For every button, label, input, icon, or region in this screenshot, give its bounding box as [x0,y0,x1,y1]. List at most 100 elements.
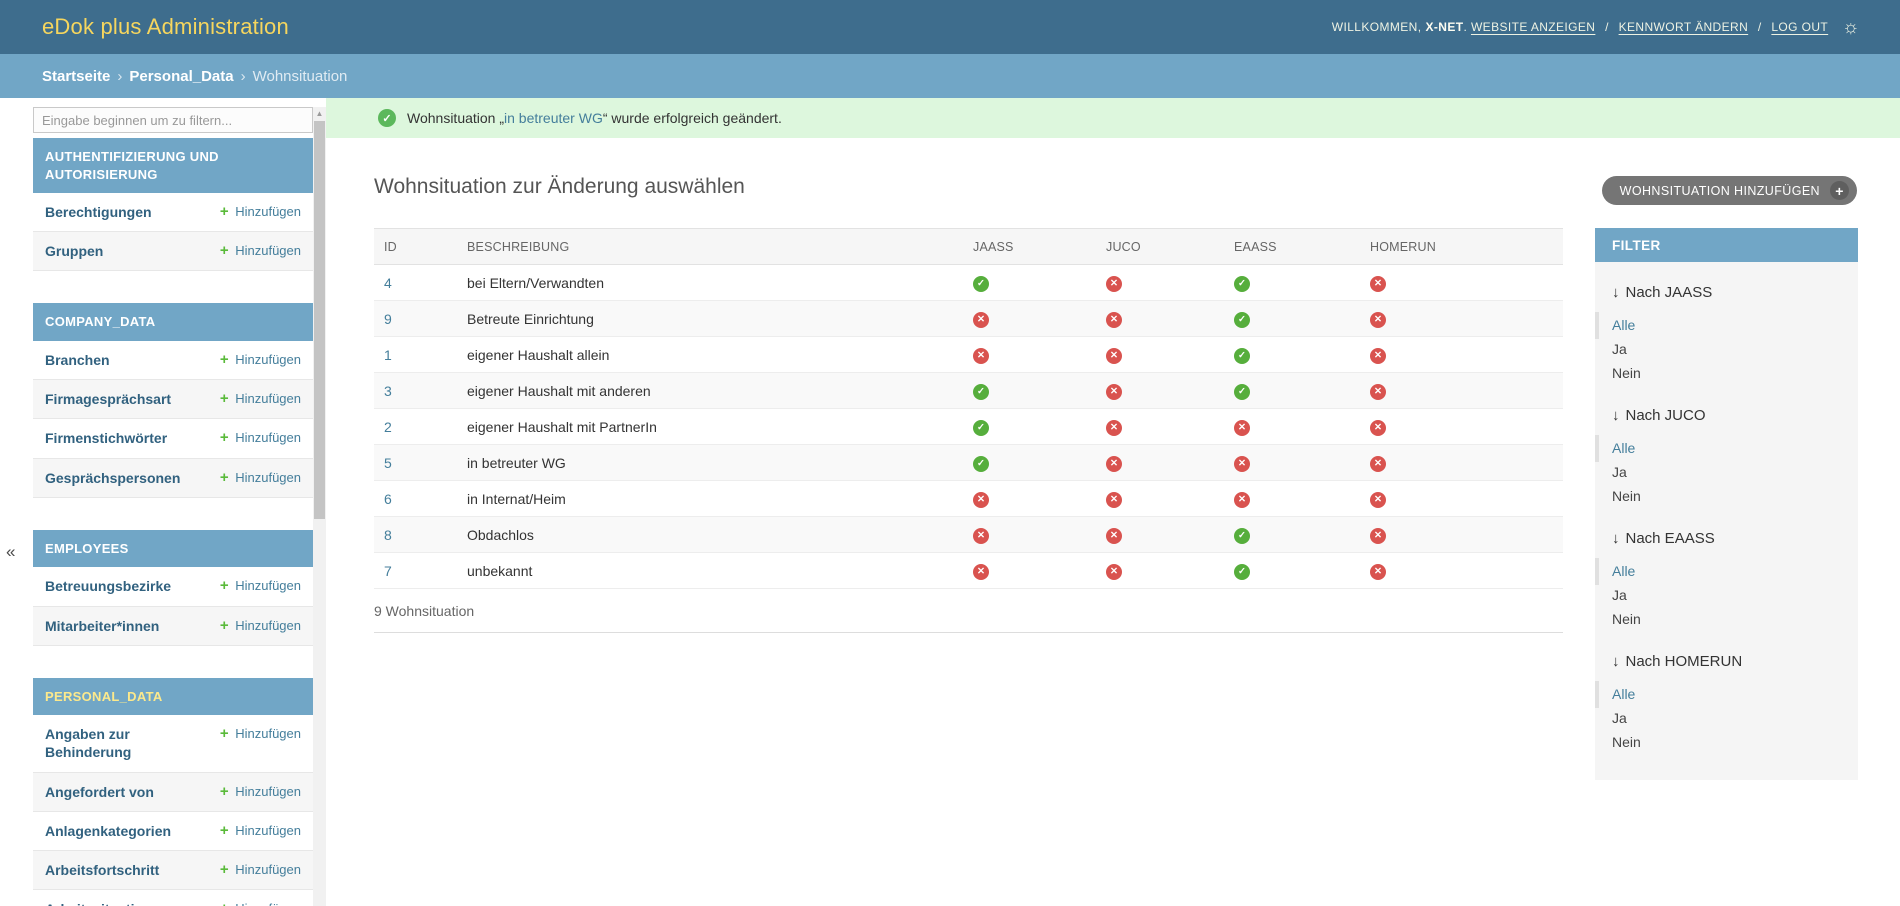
cross-icon: ✕ [1370,384,1386,400]
cell-eaass: ✕ [1211,481,1347,517]
header-link-log-out[interactable]: LOG OUT [1771,20,1828,34]
plus-icon: + [220,725,229,742]
sidebar-item-label: Branchen [45,351,110,369]
filter-option-nein[interactable]: Nein [1595,607,1858,631]
filter-option-ja[interactable]: Ja [1595,583,1858,607]
add-link[interactable]: + Hinzufügen [220,429,301,446]
filter-option-link[interactable]: Alle [1612,440,1635,456]
filter-option-link[interactable]: Alle [1612,686,1635,702]
cell-beschreibung: Obdachlos [450,517,950,553]
cross-icon: ✕ [1106,312,1122,328]
header-link-kennwort-ndern[interactable]: KENNWORT ÄNDERN [1619,20,1749,34]
id-link[interactable]: 5 [384,455,392,471]
filter-option-link[interactable]: Alle [1612,317,1635,333]
sidebar-item-gesprächspersonen[interactable]: Gesprächspersonen+ Hinzufügen [33,459,313,498]
cell-eaass: ✓ [1211,373,1347,409]
add-link[interactable]: + Hinzufügen [220,577,301,594]
filter-option-ja[interactable]: Ja [1595,337,1858,361]
sidebar-item-betreuungsbezirke[interactable]: Betreuungsbezirke+ Hinzufügen [33,567,313,606]
breadcrumb-item[interactable]: Startseite [42,68,110,85]
cell-homerun: ✕ [1347,265,1563,301]
sidebar-item-arbeitsfortschritt[interactable]: Arbeitsfortschritt+ Hinzufügen [33,851,313,890]
cell-eaass: ✕ [1211,445,1347,481]
wohnsituation-table-wrap: IDBESCHREIBUNGJAASSJUCOEAASSHOMERUN 4bei… [374,228,1563,633]
cell-id: 7 [374,553,450,589]
header-link-website-anzeigen[interactable]: WEBSITE ANZEIGEN [1471,20,1595,34]
breadcrumb-item[interactable]: Personal_Data [129,68,233,85]
add-link[interactable]: + Hinzufügen [220,783,301,800]
sidebar-item-berechtigungen[interactable]: Berechtigungen+ Hinzufügen [33,193,313,232]
cross-icon: ✕ [1370,312,1386,328]
filter-section-label: ↓Nach JUCO [1595,407,1858,424]
filter-section-nach-juco: ↓Nach JUCO Alle JaNein [1595,407,1858,508]
cell-eaass: ✓ [1211,553,1347,589]
sidebar-section: COMPANY_DATABranchen+ HinzufügenFirmages… [33,303,313,497]
filter-option-alle[interactable]: Alle [1595,559,1858,583]
add-link[interactable]: + Hinzufügen [220,242,301,259]
filter-option-alle[interactable]: Alle [1595,313,1858,337]
add-link[interactable]: + Hinzufügen [220,861,301,878]
add-wohnsituation-button[interactable]: WOHNSITUATION HINZUFÜGEN + [1602,176,1857,205]
sidebar-scrollbar[interactable]: ▲ [313,107,326,906]
id-link[interactable]: 1 [384,347,392,363]
plus-icon: + [220,242,229,259]
cell-beschreibung: in betreuter WG [450,445,950,481]
sidebar-item-branchen[interactable]: Branchen + Hinzufügen [33,341,313,380]
scrollbar-thumb[interactable] [314,121,325,519]
cell-jaass: ✓ [950,409,1083,445]
filter-option-alle[interactable]: Alle [1595,436,1858,460]
id-link[interactable]: 2 [384,419,392,435]
check-icon: ✓ [1234,528,1250,544]
id-link[interactable]: 6 [384,491,392,507]
sidebar-item-gruppen[interactable]: Gruppen+ Hinzufügen [33,232,313,271]
add-link[interactable]: + Hinzufügen [220,617,301,634]
sidebar-section-header: EMPLOYEES [33,530,313,568]
cell-beschreibung: unbekannt [450,553,950,589]
table-row: 5in betreuter WG✓✕✕✕ [374,445,1563,481]
filter-option-alle[interactable]: Alle [1595,682,1858,706]
filter-option-ja[interactable]: Ja [1595,460,1858,484]
sidebar-item-firmenstichwörter[interactable]: Firmenstichwörter+ Hinzufügen [33,419,313,458]
cell-juco: ✕ [1083,265,1211,301]
id-link[interactable]: 4 [384,275,392,291]
sidebar-item-mitarbeiter*innen[interactable]: Mitarbeiter*innen+ Hinzufügen [33,607,313,646]
sidebar-item-angefordert-von[interactable]: Angefordert von+ Hinzufügen [33,773,313,812]
filter-section-nach-eaass: ↓Nach EAASS Alle JaNein [1595,530,1858,631]
cell-homerun: ✕ [1347,337,1563,373]
plus-icon: + [220,390,229,407]
filter-option-nein[interactable]: Nein [1595,484,1858,508]
filter-option-nein[interactable]: Nein [1595,361,1858,385]
sidebar-item-arbeitssituationen[interactable]: Arbeitssituationen+ Hinzufügen [33,890,313,906]
sidebar-filter-input[interactable] [33,107,313,133]
cell-id: 9 [374,301,450,337]
id-link[interactable]: 7 [384,563,392,579]
scrollbar-up-arrow-icon[interactable]: ▲ [313,109,326,118]
add-link[interactable]: + Hinzufügen [220,822,301,839]
filter-section-label: ↓Nach HOMERUN [1595,653,1858,670]
sidebar-collapse-icon[interactable]: « [6,542,15,562]
filter-section-nach-homerun: ↓Nach HOMERUN Alle JaNein [1595,653,1858,754]
filter-option-nein[interactable]: Nein [1595,730,1858,754]
id-link[interactable]: 3 [384,383,392,399]
user-tools: WILLKOMMEN, X-NET . WEBSITE ANZEIGEN / K… [1332,0,1860,54]
success-object-link[interactable]: in betreuter WG [504,110,603,126]
add-link[interactable]: + Hinzufügen [220,469,301,486]
filter-section-label: ↓Nach EAASS [1595,530,1858,547]
filter-option-link[interactable]: Alle [1612,563,1635,579]
cell-id: 5 [374,445,450,481]
add-link[interactable]: + Hinzufügen [220,390,301,407]
filter-option-ja[interactable]: Ja [1595,706,1858,730]
theme-toggle-sun-icon[interactable]: ☼ [1842,18,1860,37]
id-link[interactable]: 8 [384,527,392,543]
plus-icon: + [220,469,229,486]
sidebar-item-firmagesprächsart[interactable]: Firmagesprächsart+ Hinzufügen [33,380,313,419]
sidebar-item-angaben-zur-behinderung[interactable]: Angaben zur Behinderung+ Hinzufügen [33,715,313,772]
plus-icon: + [220,577,229,594]
sidebar: AUTHENTIFIZIERUNG UND AUTORISIERUNGBerec… [33,107,313,906]
add-link[interactable]: + Hinzufügen [220,900,301,906]
sidebar-item-anlagenkategorien[interactable]: Anlagenkategorien+ Hinzufügen [33,812,313,851]
id-link[interactable]: 9 [384,311,392,327]
add-link[interactable]: + Hinzufügen [220,725,301,742]
add-link[interactable]: + Hinzufügen [220,351,301,368]
add-link[interactable]: + Hinzufügen [220,203,301,220]
